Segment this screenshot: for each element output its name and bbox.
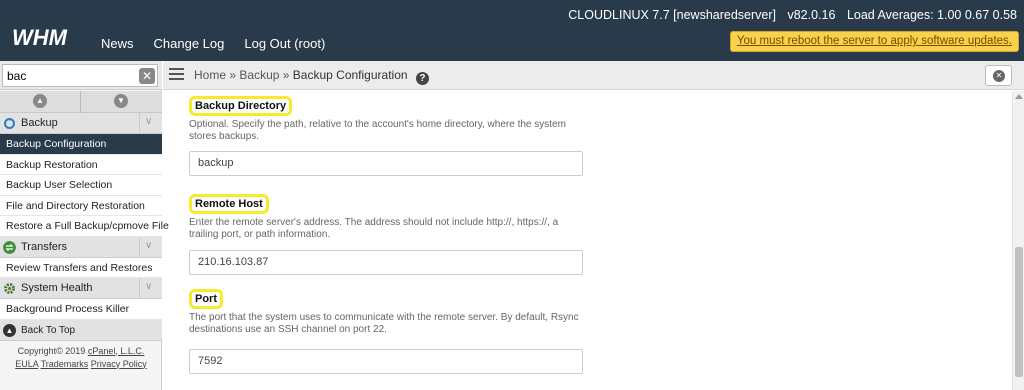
backup-directory-field: Backup Directory Optional. Specify the p… xyxy=(189,96,589,143)
expand-all-icon[interactable]: ▼ xyxy=(114,94,128,108)
collapse-all-icon[interactable]: ▲ xyxy=(33,94,47,108)
chevron-down-icon[interactable]: ∨ xyxy=(145,116,152,127)
back-to-top-button[interactable]: ▲ Back To Top xyxy=(0,319,162,341)
sidebar-item-review-transfers[interactable]: Review Transfers and Restores xyxy=(0,257,162,278)
category-label: System Health xyxy=(21,282,93,294)
close-button[interactable]: ✕ xyxy=(985,65,1012,86)
remote-host-field: Remote Host Enter the remote server's ad… xyxy=(189,194,589,241)
chevron-down-icon[interactable]: ∨ xyxy=(145,281,152,292)
scroll-up-icon[interactable] xyxy=(1015,94,1023,99)
version-info: v82.0.16 xyxy=(787,8,836,22)
divider xyxy=(139,113,140,134)
clear-search-icon[interactable]: ✕ xyxy=(139,68,155,84)
breadcrumb-bar: Home » Backup » Backup Configuration ? ✕ xyxy=(163,61,1024,90)
sidebar-menu: Backup ∨ Backup Configuration Backup Res… xyxy=(0,113,169,371)
sidebar-search: ✕ xyxy=(0,61,162,90)
sidebar-item-backup-configuration[interactable]: Backup Configuration xyxy=(0,134,162,155)
sidebar-item-file-directory-restoration[interactable]: File and Directory Restoration xyxy=(0,195,162,216)
port-field: Port The port that the system uses to co… xyxy=(189,289,589,336)
top-header: WHM News Change Log Log Out (root) CLOUD… xyxy=(0,0,1024,61)
backup-icon xyxy=(4,118,15,129)
breadcrumb-separator: » xyxy=(229,68,237,82)
eula-link[interactable]: EULA xyxy=(15,359,38,369)
breadcrumb-separator: » xyxy=(282,68,290,82)
breadcrumb-home-link[interactable]: Home xyxy=(194,68,226,82)
divider xyxy=(80,91,81,113)
remote-host-help: Enter the remote server's address. The a… xyxy=(189,217,559,240)
sidebar-item-restore-full-backup[interactable]: Restore a Full Backup/cpmove File xyxy=(0,216,169,237)
breadcrumb-backup-link[interactable]: Backup xyxy=(239,68,279,82)
svg-text:WHM: WHM xyxy=(12,26,68,48)
sidebar-item-backup-restoration[interactable]: Backup Restoration xyxy=(0,154,162,175)
os-info: CLOUDLINUX 7.7 [newsharedserver] xyxy=(568,8,776,22)
sidebar-category-system-health[interactable]: System Health ∨ xyxy=(0,278,162,299)
port-input[interactable]: 7592 xyxy=(189,349,583,374)
divider xyxy=(139,236,140,258)
nav-logout-link[interactable]: Log Out (root) xyxy=(244,36,325,51)
collapse-controls: ▲ ▼ xyxy=(0,91,162,113)
search-input[interactable] xyxy=(2,64,158,87)
back-to-top-label: Back To Top xyxy=(21,324,76,336)
whm-logo[interactable]: WHM xyxy=(12,26,74,48)
cpanel-link[interactable]: cPanel, L.L.C. xyxy=(88,346,145,356)
breadcrumb: Home » Backup » Backup Configuration ? xyxy=(194,68,429,85)
trademarks-link[interactable]: Trademarks xyxy=(41,359,89,369)
top-nav: News Change Log Log Out (root) xyxy=(101,36,345,51)
close-icon: ✕ xyxy=(993,70,1005,82)
backup-directory-input[interactable]: backup xyxy=(189,151,583,176)
sidebar-category-backup[interactable]: Backup ∨ xyxy=(0,113,162,134)
nav-changelog-link[interactable]: Change Log xyxy=(154,36,225,51)
arrow-up-icon: ▲ xyxy=(3,323,16,337)
port-label: Port xyxy=(189,289,223,309)
copyright-text: Copyright© 2019 xyxy=(17,345,86,356)
sidebar-item-background-process-killer[interactable]: Background Process Killer xyxy=(0,299,162,320)
sidebar-item-backup-user-selection[interactable]: Backup User Selection xyxy=(0,175,162,196)
sidebar: ✕ ▲ ▼ Backup ∨ Backup Configuration Back… xyxy=(0,61,169,390)
sidebar-category-transfers[interactable]: Transfers ∨ xyxy=(0,236,162,258)
breadcrumb-current: Backup Configuration xyxy=(292,68,408,82)
backup-directory-help: Optional. Specify the path, relative to … xyxy=(189,119,566,142)
gear-icon xyxy=(4,283,15,294)
help-icon[interactable]: ? xyxy=(415,72,429,85)
load-averages: Load Averages: 1.00 0.67 0.58 xyxy=(846,8,1017,22)
privacy-policy-link[interactable]: Privacy Policy xyxy=(91,359,147,369)
scrollbar-thumb[interactable] xyxy=(1015,247,1023,377)
scrollbar[interactable] xyxy=(1012,91,1024,390)
nav-news-link[interactable]: News xyxy=(101,36,134,51)
remote-host-label: Remote Host xyxy=(189,194,269,214)
category-label: Backup xyxy=(21,117,58,129)
hamburger-menu-icon[interactable] xyxy=(169,68,184,81)
chevron-down-icon[interactable]: ∨ xyxy=(145,240,152,251)
main-content: Backup Directory Optional. Specify the p… xyxy=(163,91,1012,390)
category-label: Transfers xyxy=(21,240,68,253)
port-help: The port that the system uses to communi… xyxy=(189,312,579,335)
transfers-icon xyxy=(3,240,16,254)
copyright: Copyright© 2019 cPanel, L.L.C. EULA Trad… xyxy=(0,341,162,371)
remote-host-input[interactable]: 210.16.103.87 xyxy=(189,250,583,275)
system-info: CLOUDLINUX 7.7 [newsharedserver] v82.0.1… xyxy=(560,8,1017,22)
divider xyxy=(139,278,140,299)
reboot-alert-link[interactable]: You must reboot the server to apply soft… xyxy=(729,31,1019,52)
backup-directory-label: Backup Directory xyxy=(189,96,293,116)
